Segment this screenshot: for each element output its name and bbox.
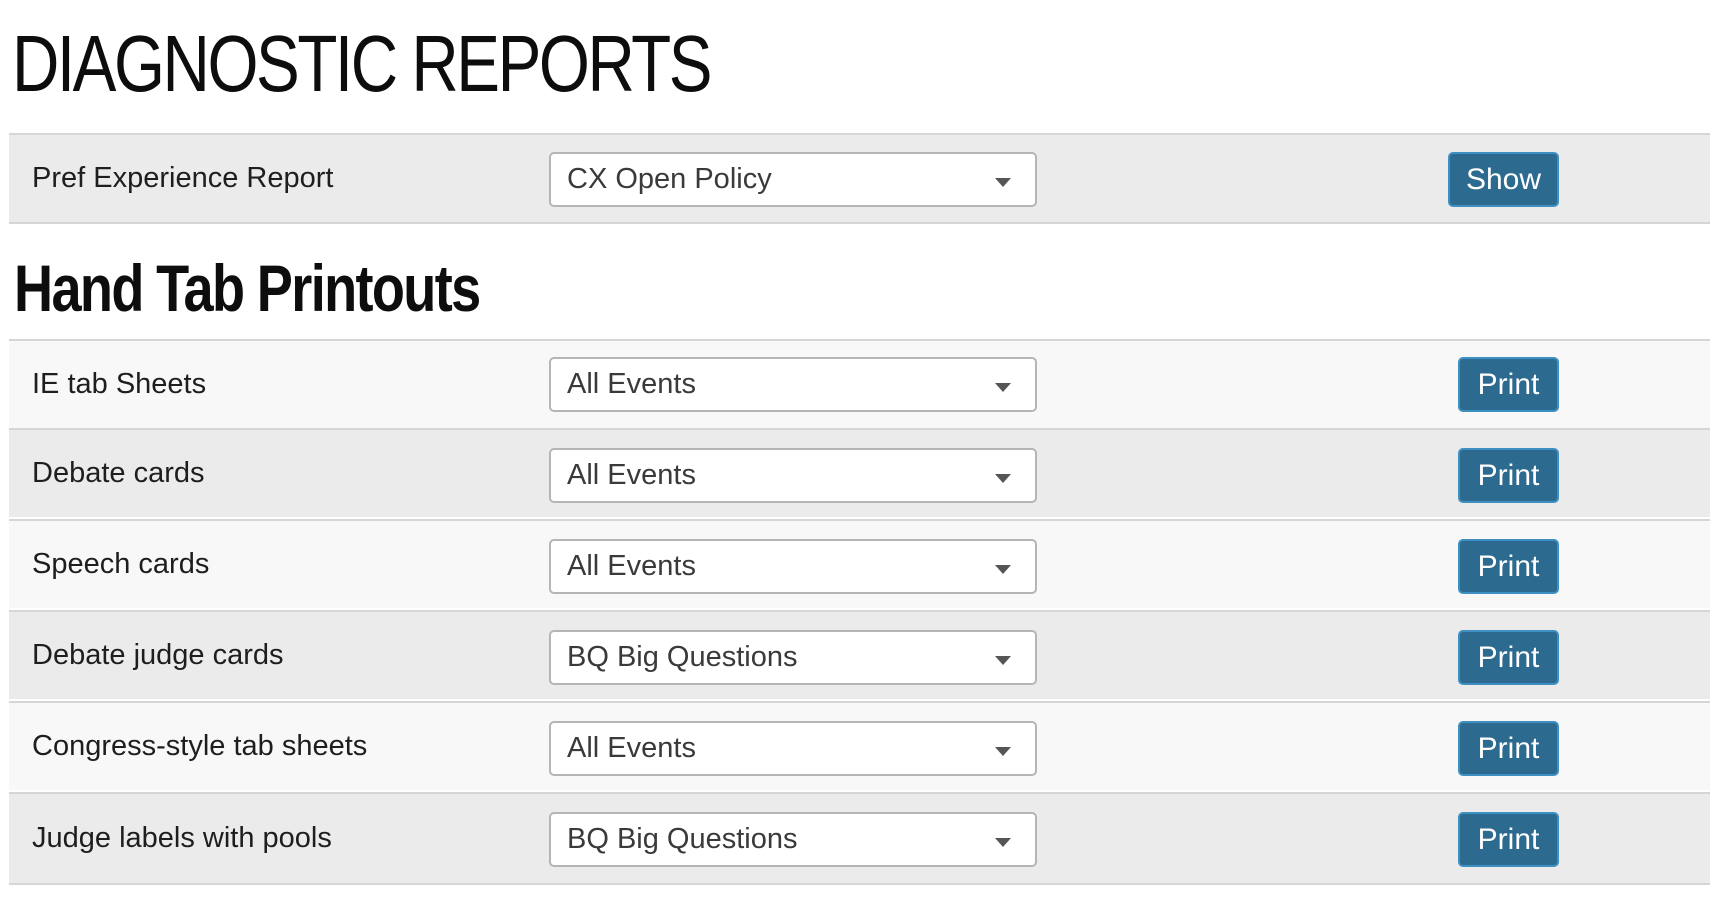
chevron-down-icon xyxy=(995,383,1011,392)
event-select[interactable]: All Events xyxy=(549,721,1037,776)
print-button[interactable]: Print xyxy=(1458,357,1559,412)
printout-label: Congress-style tab sheets xyxy=(32,730,368,762)
printout-label: Speech cards xyxy=(32,548,210,580)
printout-label: Debate judge cards xyxy=(32,639,284,671)
event-select[interactable]: CX Open Policy xyxy=(549,152,1037,207)
report-row-pref-experience: Pref Experience Report CX Open Policy Sh… xyxy=(9,133,1710,224)
print-button[interactable]: Print xyxy=(1458,630,1559,685)
chevron-down-icon xyxy=(995,747,1011,756)
report-label: Pref Experience Report xyxy=(32,162,334,194)
select-value: All Events xyxy=(567,368,696,400)
print-button[interactable]: Print xyxy=(1458,448,1559,503)
event-select[interactable]: All Events xyxy=(549,539,1037,594)
chevron-down-icon xyxy=(995,838,1011,847)
section-heading-hand-tab: Hand Tab Printouts xyxy=(14,251,481,325)
printout-row: Debate cards All Events Print xyxy=(9,428,1710,517)
page-title: DIAGNOSTIC REPORTS xyxy=(12,19,713,108)
printout-row: Congress-style tab sheets All Events Pri… xyxy=(9,701,1710,790)
select-value: CX Open Policy xyxy=(567,163,772,195)
chevron-down-icon xyxy=(995,178,1011,187)
select-value: All Events xyxy=(567,732,696,764)
printout-row: Judge labels with pools BQ Big Questions… xyxy=(9,792,1710,885)
printout-row: Debate judge cards BQ Big Questions Prin… xyxy=(9,610,1710,699)
event-select[interactable]: BQ Big Questions xyxy=(549,812,1037,867)
diagnostic-reports-page: DIAGNOSTIC REPORTS Pref Experience Repor… xyxy=(0,0,1718,904)
chevron-down-icon xyxy=(995,656,1011,665)
select-value: BQ Big Questions xyxy=(567,641,798,673)
event-select[interactable]: All Events xyxy=(549,448,1037,503)
chevron-down-icon xyxy=(995,565,1011,574)
printout-label: Judge labels with pools xyxy=(32,822,332,854)
event-select[interactable]: All Events xyxy=(549,357,1037,412)
chevron-down-icon xyxy=(995,474,1011,483)
printout-row: IE tab Sheets All Events Print xyxy=(9,339,1710,428)
printout-label: IE tab Sheets xyxy=(32,368,207,400)
event-select[interactable]: BQ Big Questions xyxy=(549,630,1037,685)
print-button[interactable]: Print xyxy=(1458,812,1559,867)
print-button[interactable]: Print xyxy=(1458,721,1559,776)
select-value: All Events xyxy=(567,550,696,582)
show-button[interactable]: Show xyxy=(1448,152,1559,207)
select-value: BQ Big Questions xyxy=(567,823,798,855)
select-value: All Events xyxy=(567,459,696,491)
printout-label: Debate cards xyxy=(32,457,205,489)
printout-row: Speech cards All Events Print xyxy=(9,519,1710,608)
print-button[interactable]: Print xyxy=(1458,539,1559,594)
